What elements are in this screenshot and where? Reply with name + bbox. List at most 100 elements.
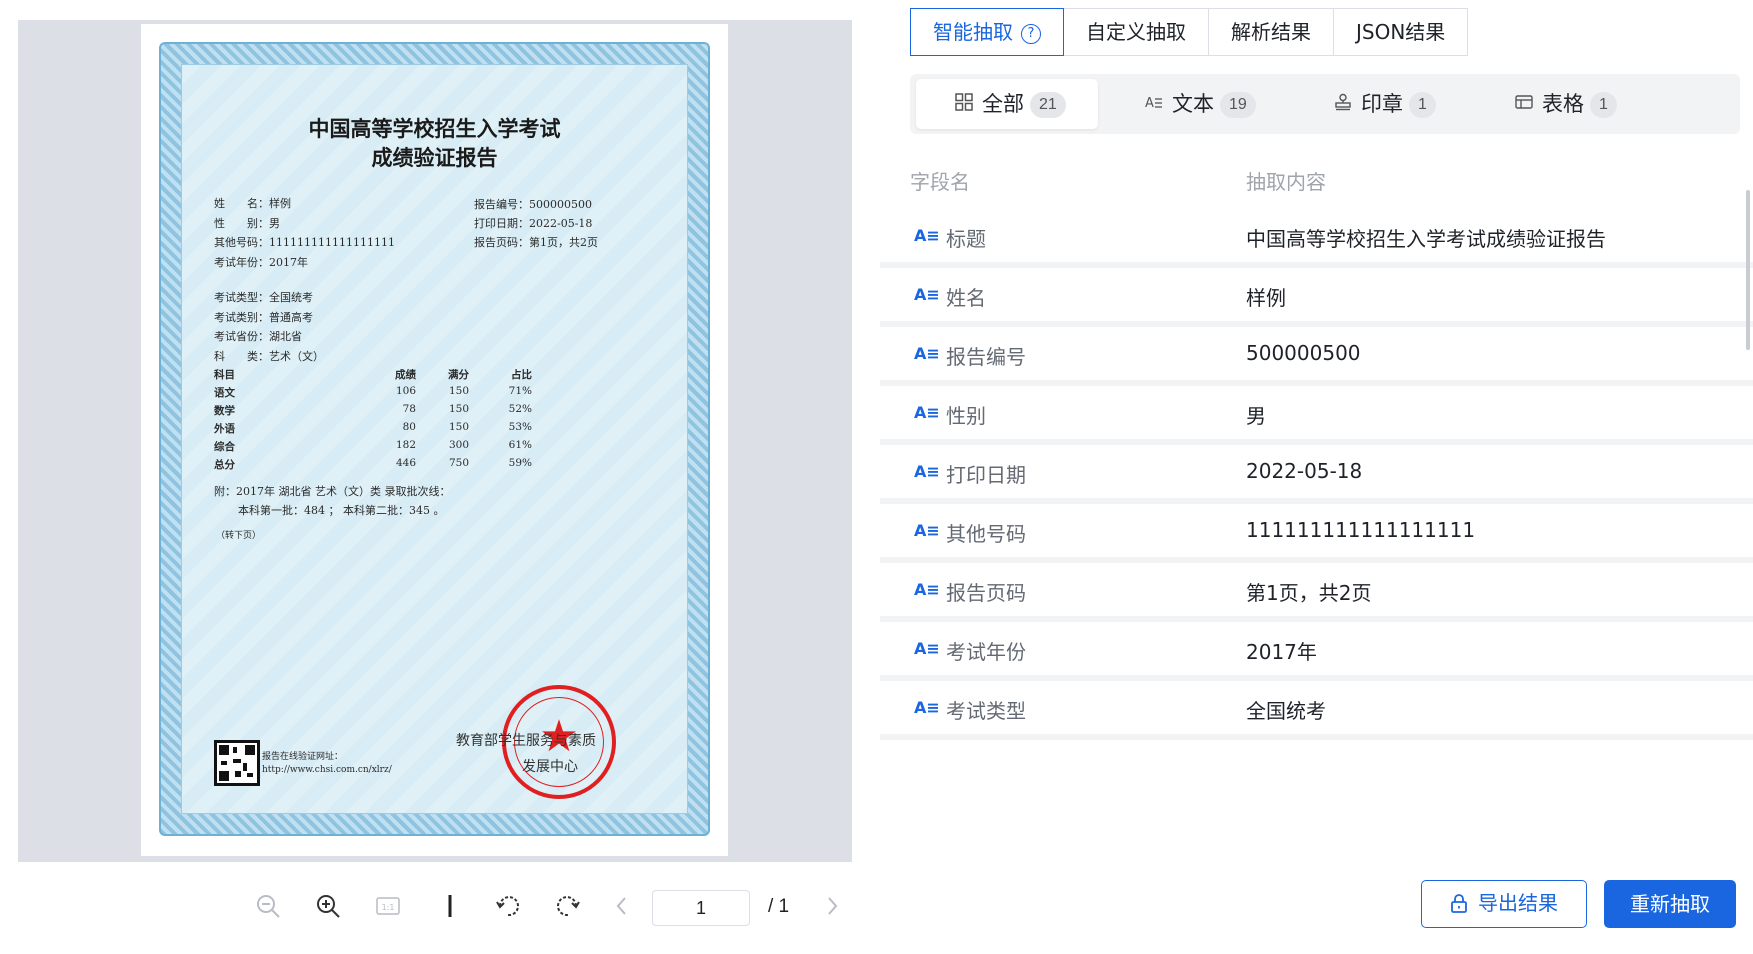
- tab-smart-extract[interactable]: 智能抽取?: [910, 8, 1064, 56]
- toolbar-divider: [434, 892, 466, 924]
- cert-report-no-line: 报告编号：500000500: [474, 198, 592, 211]
- filter-count: 1: [1590, 92, 1617, 118]
- text-icon: A: [1144, 81, 1164, 131]
- document-page: 中国高等学校招生入学考试 成绩验证报告 姓 名：样例 性 别：男 其他号码：11…: [141, 24, 728, 856]
- verify-url: http://www.chsi.com.cn/xlrz/: [262, 765, 392, 775]
- field-value: 男: [1246, 404, 1266, 428]
- field-name: 报告编号: [946, 345, 1026, 369]
- help-icon[interactable]: ?: [1021, 24, 1041, 44]
- score-col-full: 满分: [448, 369, 469, 381]
- score-value: 80: [402, 421, 416, 433]
- actual-size-icon[interactable]: 1:1: [372, 892, 404, 924]
- score-row: 综合 182 300 61%: [214, 439, 544, 453]
- certificate: 中国高等学校招生入学考试 成绩验证报告 姓 名：样例 性 别：男 其他号码：11…: [181, 64, 688, 814]
- tab-label: JSON结果: [1356, 20, 1446, 44]
- score-value: 182: [395, 439, 416, 451]
- col-field-name: 字段名: [910, 170, 970, 194]
- svg-text:1:1: 1:1: [382, 903, 395, 912]
- cert-exam-type-line: 考试类型：全国统考: [214, 291, 313, 304]
- result-row[interactable]: A≡ 打印日期 2022-05-18: [880, 444, 1753, 504]
- filter-all[interactable]: 全部 21: [916, 79, 1098, 129]
- field-name: 打印日期: [946, 463, 1026, 487]
- result-row[interactable]: A≡ 考试类型 全国统考: [880, 680, 1753, 740]
- result-row[interactable]: A≡ 性别 男: [880, 385, 1753, 445]
- verify-label: 报告在线验证网址：: [262, 752, 344, 762]
- score-subject: 语文: [214, 387, 235, 399]
- result-row[interactable]: A≡ 报告页码 第1页，共2页: [880, 562, 1753, 622]
- export-results-button[interactable]: 导出结果: [1421, 880, 1587, 928]
- col-extract-content: 抽取内容: [1246, 170, 1326, 194]
- tab-parse-result[interactable]: 解析结果: [1209, 8, 1334, 56]
- result-row[interactable]: A≡ 标题 中国高等学校招生入学考试成绩验证报告: [880, 208, 1753, 268]
- chevron-left-icon[interactable]: [606, 892, 638, 924]
- score-col-score: 成绩: [395, 369, 416, 381]
- score-ratio: 52%: [508, 403, 532, 415]
- score-col-ratio: 占比: [511, 369, 532, 381]
- result-row[interactable]: A≡ 其他号码 111111111111111111: [880, 503, 1753, 563]
- score-col-subject: 科目: [214, 369, 235, 381]
- zoom-out-icon[interactable]: [252, 892, 284, 924]
- results-list[interactable]: A≡ 标题 中国高等学校招生入学考试成绩验证报告 A≡ 姓名 样例 A≡ 报告编…: [880, 208, 1753, 810]
- text-field-icon: A≡: [914, 403, 940, 422]
- lock-icon: [1451, 894, 1467, 913]
- score-value: 78: [402, 403, 416, 415]
- export-label: 导出结果: [1478, 891, 1558, 915]
- score-table-header: 科目 成绩 满分 占比: [214, 367, 544, 381]
- text-field-icon: A≡: [914, 639, 940, 658]
- preview-pane: 中国高等学校招生入学考试 成绩验证报告 姓 名：样例 性 别：男 其他号码：11…: [0, 0, 880, 954]
- field-name: 报告页码: [946, 581, 1026, 605]
- results-scrollbar[interactable]: [1746, 190, 1750, 350]
- table-icon: [1514, 81, 1534, 131]
- tab-json-result[interactable]: JSON结果: [1334, 8, 1469, 56]
- category-filter: 全部 21 A 文本 19 印章 1 表格 1: [910, 74, 1740, 134]
- filter-stamp[interactable]: 印章 1: [1333, 79, 1436, 129]
- results-table-header: 字段名 抽取内容: [910, 158, 1740, 198]
- score-row: 总分 446 750 59%: [214, 457, 544, 471]
- stamp-icon: [1333, 81, 1353, 131]
- results-pane: 智能抽取? 自定义抽取 解析结果 JSON结果 全部 21 A 文本 19 印章 1 …: [880, 0, 1753, 954]
- score-full: 750: [448, 457, 469, 469]
- cert-note-line1: 附：2017年 湖北省 艺术（文）类 录取批次线：: [214, 485, 451, 498]
- result-row[interactable]: A≡ 姓名 样例: [880, 267, 1753, 327]
- cert-province-line: 考试省份：湖北省: [214, 330, 302, 343]
- result-row[interactable]: A≡ 报告编号 500000500: [880, 326, 1753, 386]
- re-extract-button[interactable]: 重新抽取: [1604, 880, 1736, 928]
- text-field-icon: A≡: [914, 698, 940, 717]
- result-row[interactable]: A≡ 考试年份 2017年: [880, 621, 1753, 681]
- field-name: 姓名: [946, 286, 986, 310]
- rotate-right-icon[interactable]: [552, 892, 584, 924]
- text-field-icon: A≡: [914, 285, 940, 304]
- cert-print-date-line: 打印日期：2022-05-18: [474, 217, 593, 230]
- zoom-in-icon[interactable]: [312, 892, 344, 924]
- rotate-left-icon[interactable]: [492, 892, 524, 924]
- cert-exam-cat-line: 考试类别：普通高考: [214, 311, 313, 324]
- certificate-title-line2: 成绩验证报告: [371, 146, 498, 170]
- page-total: / 1: [768, 896, 790, 917]
- score-row: 数学 78 150 52%: [214, 403, 544, 417]
- score-ratio: 59%: [508, 457, 532, 469]
- field-value: 111111111111111111: [1246, 518, 1476, 542]
- tab-label: 解析结果: [1231, 20, 1311, 44]
- field-value: 2017年: [1246, 640, 1317, 664]
- text-field-icon: A≡: [914, 580, 940, 599]
- page-number-input[interactable]: [652, 890, 750, 926]
- cert-page-line: 报告页码：第1页，共2页: [474, 236, 598, 249]
- chevron-right-icon[interactable]: [816, 892, 848, 924]
- filter-table[interactable]: 表格 1: [1514, 79, 1617, 129]
- document-viewer[interactable]: 中国高等学校招生入学考试 成绩验证报告 姓 名：样例 性 别：男 其他号码：11…: [18, 20, 852, 862]
- score-full: 150: [448, 421, 469, 433]
- field-name: 考试类型: [946, 699, 1026, 723]
- score-row: 外语 80 150 53%: [214, 421, 544, 435]
- score-value: 106: [395, 385, 416, 397]
- cert-name-line: 姓 名：样例: [214, 197, 291, 210]
- text-field-icon: A≡: [914, 344, 940, 363]
- filter-count: 21: [1030, 92, 1066, 118]
- filter-label: 印章: [1361, 92, 1403, 116]
- text-field-icon: A≡: [914, 462, 940, 481]
- qr-code: [214, 740, 260, 786]
- tab-label: 自定义抽取: [1086, 20, 1186, 44]
- mode-tabs: 智能抽取? 自定义抽取 解析结果 JSON结果: [910, 8, 1469, 56]
- field-name: 其他号码: [946, 522, 1026, 546]
- filter-text[interactable]: A 文本 19: [1144, 79, 1256, 129]
- tab-custom-extract[interactable]: 自定义抽取: [1064, 8, 1209, 56]
